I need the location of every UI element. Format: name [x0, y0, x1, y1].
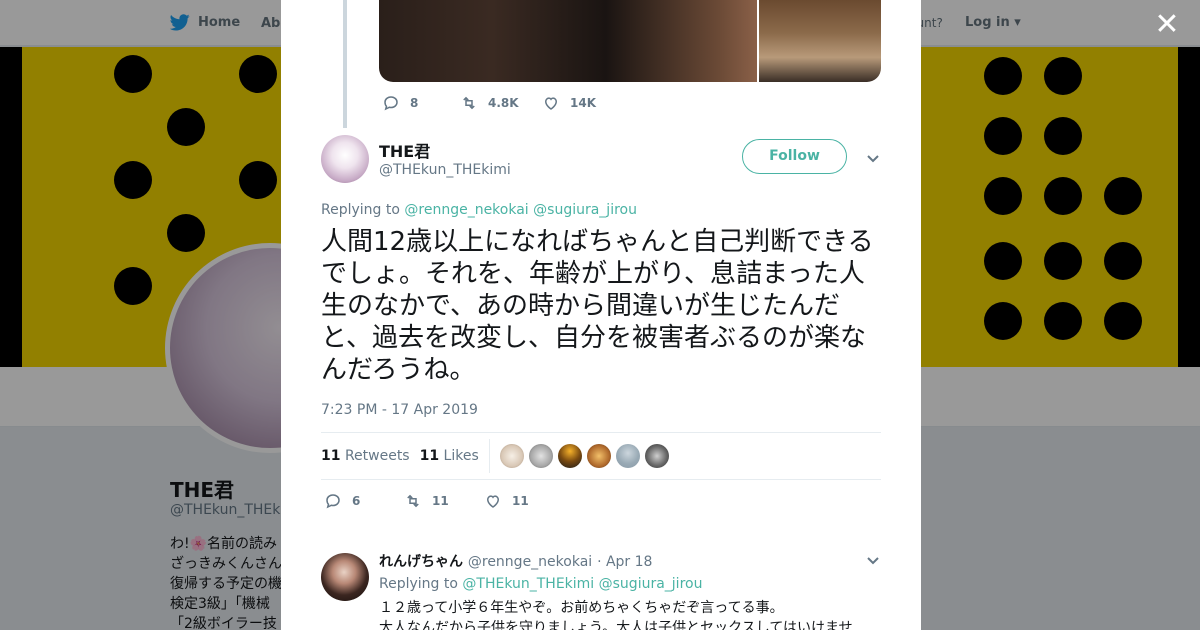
replying-prefix: Replying to — [321, 202, 400, 218]
liker-avatar[interactable] — [615, 444, 640, 468]
liker-avatar[interactable] — [586, 444, 611, 468]
author-handle[interactable]: @THEkun_THEkimi — [379, 162, 511, 178]
liker-avatar[interactable] — [499, 444, 524, 468]
media-photo-1[interactable] — [379, 0, 757, 82]
tweet-modal: 8 4.8K 14K THE君 @THEkun_THEkimi Follow R… — [281, 0, 921, 630]
media-photo-2[interactable] — [759, 0, 881, 82]
thread-connector — [343, 0, 347, 128]
stats-divider — [488, 439, 490, 473]
like-action[interactable]: 14K — [542, 94, 596, 112]
reply-icon — [326, 494, 340, 509]
heart-icon — [544, 97, 558, 110]
likes-stat-count: 11 — [419, 448, 440, 464]
retweet-icon — [407, 494, 419, 508]
retweets-stat-label: Retweets — [344, 448, 410, 464]
follow-button[interactable]: Follow — [742, 139, 847, 174]
reply-replying-to: Replying to @THEkun_THEkimi @sugiura_jir… — [379, 576, 702, 592]
reply-action[interactable]: 6 — [324, 492, 404, 510]
mention-link[interactable]: @sugiura_jirou — [533, 202, 637, 218]
like-action[interactable]: 11 — [484, 492, 529, 510]
likes-stat-label: Likes — [443, 448, 479, 464]
tweet-stats: 11 Retweets 11 Likes — [321, 432, 881, 480]
close-icon[interactable]: ✕ — [1152, 10, 1182, 40]
mention-link[interactable]: @sugiura_jirou — [599, 576, 703, 592]
parent-tweet-actions: 8 4.8K 14K — [382, 94, 596, 112]
liker-avatar[interactable] — [528, 444, 553, 468]
retweet-count: 4.8K — [488, 96, 519, 110]
reply-author-handle[interactable]: @rennge_nekokai — [468, 554, 592, 570]
retweet-action[interactable]: 11 — [404, 492, 484, 510]
reply-tweet-text: １２歳って小学６年生やぞ。お前めちゃくちゃだぞ言ってる事。 大人なんだから子供を… — [379, 598, 879, 630]
likes-stat[interactable]: 11 Likes — [420, 448, 479, 464]
reply-icon — [384, 96, 398, 111]
reply-text-line: １２歳って小学６年生やぞ。お前めちゃくちゃだぞ言ってる事。 — [379, 600, 784, 616]
author-avatar[interactable] — [321, 135, 369, 183]
replying-prefix: Replying to — [379, 576, 458, 592]
reply-author-name[interactable]: れんげちゃん — [379, 554, 463, 570]
reply-author-line: れんげちゃん @rennge_nekokai · Apr 18 — [379, 551, 652, 571]
retweets-stat[interactable]: 11 Retweets — [321, 448, 410, 464]
like-count: 14K — [570, 96, 596, 110]
like-count: 11 — [512, 494, 529, 508]
reply-date[interactable]: · Apr 18 — [597, 554, 652, 570]
mention-link[interactable]: @rennge_nekokai — [404, 202, 528, 218]
retweet-action[interactable]: 4.8K — [460, 94, 542, 112]
retweet-icon — [463, 96, 475, 110]
heart-icon — [486, 495, 500, 508]
chevron-down-icon[interactable] — [865, 552, 881, 568]
author-name[interactable]: THE君 — [379, 138, 430, 162]
parent-tweet-media[interactable] — [379, 0, 881, 82]
mention-link[interactable]: @THEkun_THEkimi — [462, 576, 594, 592]
tweet-timestamp[interactable]: 7:23 PM - 17 Apr 2019 — [321, 402, 478, 418]
tweet-actions: 6 11 11 — [324, 492, 529, 510]
likers-list — [499, 444, 669, 468]
retweet-count: 11 — [432, 494, 449, 508]
reply-count: 8 — [410, 96, 419, 110]
reply-text-line: 大人なんだから子供を守りましょう。大人は子供とセックスしてはいけませ — [379, 620, 853, 630]
reply-author-avatar[interactable] — [321, 553, 369, 601]
tweet-text: 人間12歳以上になればちゃんと自己判断できるでしょ。それを、年齢が上がり、息詰ま… — [321, 227, 874, 385]
chevron-down-icon[interactable] — [865, 150, 881, 166]
replying-to: Replying to @rennge_nekokai @sugiura_jir… — [321, 202, 637, 218]
liker-avatar[interactable] — [644, 444, 669, 468]
liker-avatar[interactable] — [557, 444, 582, 468]
retweets-stat-count: 11 — [321, 448, 341, 464]
reply-count: 6 — [352, 494, 361, 508]
reply-action[interactable]: 8 — [382, 94, 460, 112]
